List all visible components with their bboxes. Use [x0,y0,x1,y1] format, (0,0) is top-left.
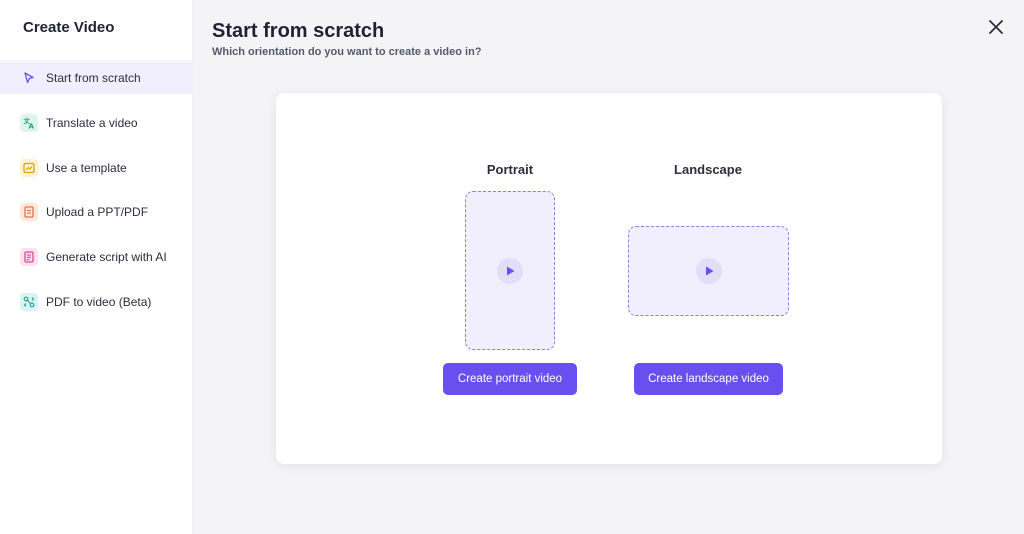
orientation-card: Portrait Create portrait video Landscape… [276,93,942,464]
page-title: Start from scratch [212,20,385,42]
sidebar-menu: Start from scratch 文 A Translate a video… [0,62,193,331]
close-button[interactable] [985,18,1007,40]
sidebar-item-label: Upload a PPT/PDF [46,205,149,220]
sidebar-item-label: Generate script with AI [46,250,167,265]
portrait-preview[interactable] [465,191,555,350]
portrait-label: Portrait [486,162,534,177]
pdf-video-icon [20,292,38,311]
sidebar-item-label: Start from scratch [46,71,141,85]
sidebar-item-start-from-scratch[interactable]: Start from scratch [0,62,193,94]
sidebar-item-label: Translate a video [46,115,138,130]
sidebar-item-translate-video[interactable]: 文 A Translate a video [0,107,193,139]
landscape-label: Landscape [674,162,742,177]
create-portrait-button[interactable]: Create portrait video [443,363,577,395]
sidebar-item-use-template[interactable]: Use a template [0,152,193,184]
play-icon [695,258,722,284]
sidebar-item-label: PDF to video (Beta) [46,294,152,309]
sidebar-title: Create Video [23,19,115,36]
template-icon [20,158,38,177]
close-icon [989,19,1003,39]
create-landscape-button[interactable]: Create landscape video [634,363,783,395]
landscape-preview[interactable] [628,226,789,316]
sidebar-item-pdf-to-video[interactable]: PDF to video (Beta) [0,286,193,318]
sidebar-divider [0,60,193,61]
document-icon [20,203,38,222]
sidebar-item-label: Use a template [46,160,127,175]
sidebar-item-upload-ppt-pdf[interactable]: Upload a PPT/PDF [0,196,193,228]
page-subtitle: Which orientation do you want to create … [212,46,482,58]
cursor-icon [20,69,38,87]
sidebar: Create Video Start from scratch 文 A Tran… [0,0,193,534]
play-icon [497,257,523,284]
script-icon [20,248,38,267]
translate-icon: 文 A [20,113,38,132]
sidebar-item-generate-script-ai[interactable]: Generate script with AI [0,241,193,273]
svg-text:A: A [29,122,35,130]
